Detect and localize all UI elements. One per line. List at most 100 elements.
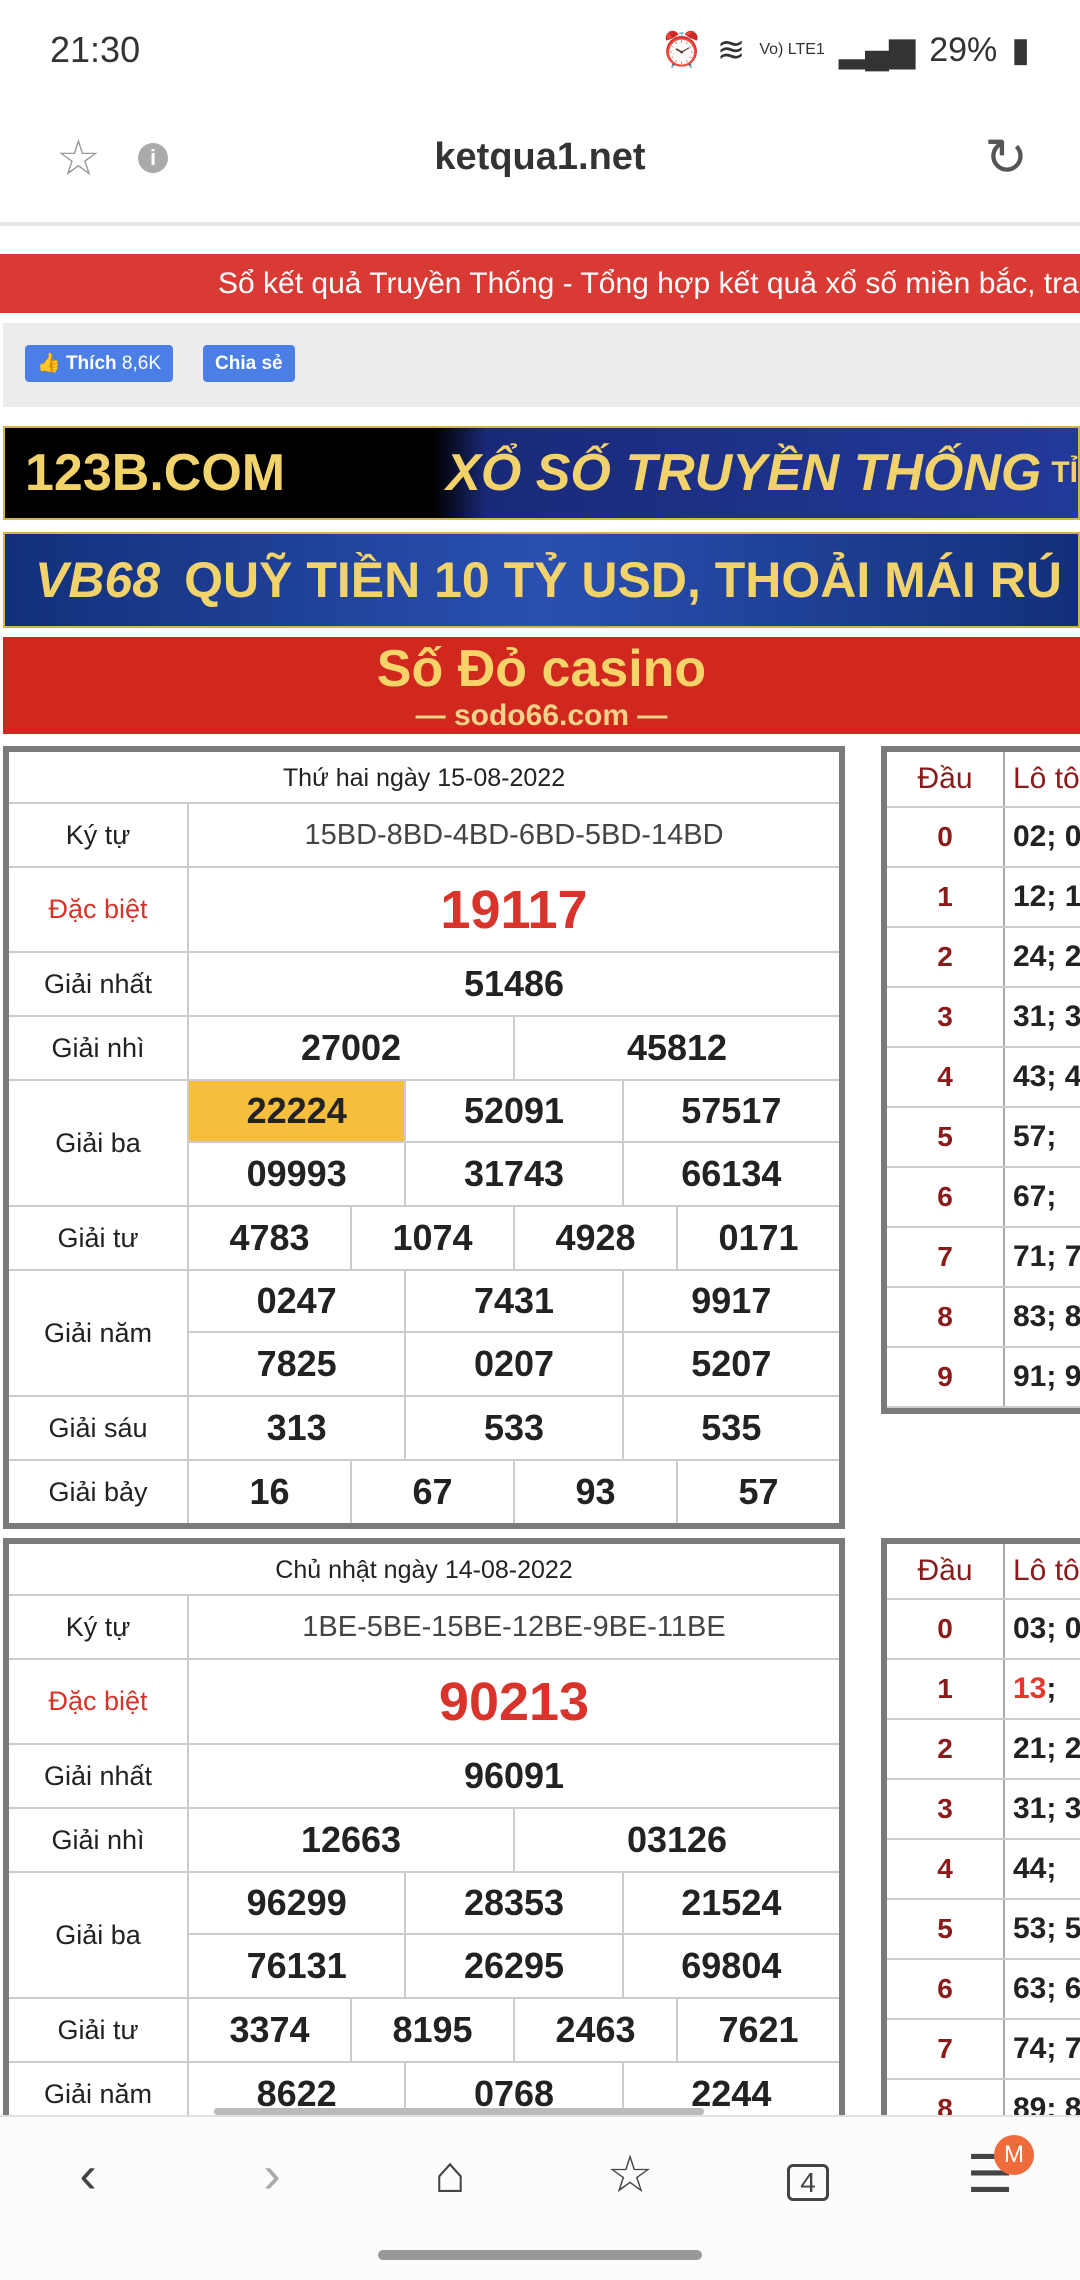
prize-number: 66134: [681, 1153, 782, 1194]
banner-text: — sodo66.com —: [415, 698, 668, 732]
prize-subrow: 19117: [189, 868, 839, 951]
loto-row: 7 71; 7: [887, 1228, 1080, 1288]
info-icon[interactable]: i: [138, 142, 168, 173]
prize-number: 7621: [718, 2009, 799, 2050]
prize-number: 2463: [515, 1999, 678, 2061]
prize-row: Ký tự 1BE-5BE-15BE-12BE-9BE-11BE: [9, 1596, 839, 1660]
home-icon[interactable]: ⌂: [410, 2145, 490, 2205]
wifi-icon: ≋: [716, 31, 746, 69]
signal-icon: ▂▄▆: [838, 31, 916, 69]
prize-label: Giải nhất: [9, 953, 189, 1015]
prize-row: Giải nhì 12663 03126: [9, 1809, 839, 1873]
prize-subrow: 96091: [189, 1745, 839, 1807]
prize-subrow: 90213: [189, 1660, 839, 1743]
dau-digit: 7: [887, 1228, 1005, 1286]
dau-digit: 6: [887, 1960, 1005, 2018]
loto-values: 44;: [1013, 1852, 1057, 1885]
prize-label: Giải ba: [9, 1873, 189, 1997]
prize-number: 96091: [463, 1755, 565, 1796]
page-url[interactable]: ketqua1.net: [434, 136, 645, 179]
prize-subrow: 96299 28353 21524: [189, 1873, 839, 1935]
prize-row: Giải ba 22224 52091 57517 09993 31743 66134: [9, 1081, 839, 1207]
prize-row: Giải tư 3374 8195 2463 7621: [9, 1999, 839, 2063]
loto-row: 1 13;: [887, 1660, 1080, 1720]
prize-label: Giải tư: [9, 1207, 189, 1269]
star-icon[interactable]: ☆: [56, 129, 101, 187]
prize-subrow: 76131 26295 69804: [189, 1935, 839, 1997]
prize-number: 52091: [406, 1081, 624, 1141]
horizontal-scrollbar[interactable]: [214, 2108, 704, 2115]
loto-header: Đầu Lô tô: [887, 1544, 1080, 1600]
prize-row: Đặc biệt 90213: [9, 1660, 839, 1745]
prize-values: 12663 03126: [189, 1809, 839, 1871]
prize-number: 76131: [189, 1935, 407, 1997]
prize-number: 09993: [189, 1143, 407, 1205]
banner-text: XỔ SỐ TRUYỀN THỐNG: [446, 444, 1042, 502]
prize-subrow: 27002 45812: [189, 1017, 839, 1079]
divider: [0, 222, 1080, 226]
prize-values: 96091: [189, 1745, 839, 1807]
ad-banner-vb68[interactable]: VB68 QUỸ TIỀN 10 TỶ USD, THOẢI MÁI RÚ: [3, 532, 1080, 628]
prize-row: Giải nhất 96091: [9, 1745, 839, 1809]
prize-label: Giải năm: [9, 1271, 189, 1395]
prize-subrow: 16 67 93 57: [189, 1461, 839, 1523]
share-button[interactable]: Chia sẻ: [203, 345, 295, 382]
loto-row: 2 21; 2: [887, 1720, 1080, 1780]
prize-number: 69804: [681, 1945, 782, 1986]
dau-digit: 4: [887, 1840, 1005, 1898]
loto-row: 6 63; 6: [887, 1960, 1080, 2020]
dau-digit: 4: [887, 1048, 1005, 1106]
reload-icon[interactable]: ↻: [984, 128, 1028, 188]
prize-number: 5207: [691, 1343, 772, 1384]
banner-logo: VB68: [35, 552, 161, 608]
battery-icon: ▮: [1011, 31, 1030, 69]
loto-header-label: Lô tô: [1013, 1554, 1080, 1587]
bottom-nav: ‹ › ⌂ ☆ 4 ☰ M: [0, 2115, 1080, 2280]
prize-row: Ký tự 15BD-8BD-4BD-6BD-5BD-14BD: [9, 804, 839, 868]
ad-banner-sodo[interactable]: Số Đỏ casino — sodo66.com —: [3, 637, 1080, 734]
prize-subrow: 22224 52091 57517: [189, 1081, 839, 1143]
loto-row: 6 67;: [887, 1168, 1080, 1228]
prize-number: 0171: [718, 1217, 799, 1258]
dau-digit: 1: [887, 1660, 1005, 1718]
prize-number: 57517: [681, 1090, 782, 1131]
prize-subrow: 7825 0207 5207: [189, 1333, 839, 1395]
prize-values: 15BD-8BD-4BD-6BD-5BD-14BD: [189, 804, 839, 866]
prize-subrow: 1BE-5BE-15BE-12BE-9BE-11BE: [189, 1596, 839, 1658]
loto-values: 12; 1: [1013, 880, 1080, 913]
loto-values: 53; 5: [1013, 1912, 1080, 1945]
loto-values: 43; 4: [1013, 1060, 1080, 1093]
dau-digit: 0: [887, 808, 1005, 866]
like-button[interactable]: 👍 Thích 8,6K: [25, 345, 173, 382]
banner-logo: Số Đỏ casino: [376, 639, 707, 698]
prize-number: 31743: [406, 1143, 624, 1205]
prize-subrow: 15BD-8BD-4BD-6BD-5BD-14BD: [189, 804, 839, 866]
ad-banner-123b[interactable]: 123B.COM XỔ SỐ TRUYỀN THỐNG TỈ: [3, 426, 1080, 520]
loto-row: 5 57;: [887, 1108, 1080, 1168]
draw-date: Chủ nhật ngày 14-08-2022: [9, 1544, 839, 1596]
prize-number: 535: [701, 1407, 762, 1448]
loto-values: 24; 2: [1013, 940, 1080, 973]
loto-row: 1 12; 1: [887, 868, 1080, 928]
dau-header: Đầu: [887, 1544, 1005, 1598]
bookmarks-icon[interactable]: ☆: [590, 2145, 670, 2205]
prize-values: 1BE-5BE-15BE-12BE-9BE-11BE: [189, 1596, 839, 1658]
home-indicator[interactable]: [378, 2250, 702, 2260]
address-bar[interactable]: ☆ i ketqua1.net ↻: [0, 100, 1080, 215]
dau-digit: 0: [887, 1600, 1005, 1658]
like-label: Thích: [65, 353, 117, 374]
prize-number: 7825: [189, 1333, 407, 1395]
draw-date: Thứ hai ngày 15-08-2022: [9, 752, 839, 804]
prize-subrow: 51486: [189, 953, 839, 1015]
prize-values: 3374 8195 2463 7621: [189, 1999, 839, 2061]
menu-icon[interactable]: ☰ M: [950, 2135, 1034, 2205]
dau-digit: 1: [887, 868, 1005, 926]
loto-row: 4 43; 4: [887, 1048, 1080, 1108]
loto-table: Đầu Lô tô 0 03; 0 1 13; 2 21; 2 3 31; 3 4 44; 5 53; 5…: [881, 1538, 1080, 2146]
prize-label: Đặc biệt: [9, 868, 189, 951]
tabs-button[interactable]: 4: [768, 2145, 848, 2205]
forward-icon[interactable]: ›: [232, 2145, 312, 2205]
loto-row: 3 31; 3: [887, 1780, 1080, 1840]
prize-label: Giải bảy: [9, 1461, 189, 1523]
back-icon[interactable]: ‹: [48, 2145, 128, 2205]
